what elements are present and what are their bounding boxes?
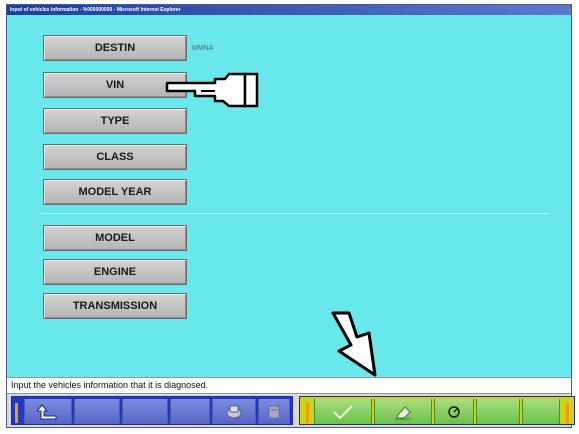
class-button[interactable]: CLASS <box>43 144 187 170</box>
up-arrow-icon <box>37 403 57 419</box>
destin-value: MMNA <box>192 45 214 52</box>
engine-button[interactable]: ENGINE <box>43 259 187 285</box>
pointing-hand-icon <box>165 72 259 108</box>
section-divider <box>41 213 549 214</box>
toolbar-right-slot-4[interactable] <box>476 399 520 424</box>
destin-button[interactable]: DESTIN <box>43 35 187 61</box>
refresh-icon <box>448 405 460 418</box>
clear-button[interactable] <box>374 399 432 424</box>
right-accent-bar-right <box>566 403 569 423</box>
bottom-toolbar <box>7 394 575 427</box>
arrow-pointer-icon <box>331 311 377 377</box>
toolbar-left-slot-3[interactable] <box>122 399 168 424</box>
gear-icon <box>226 405 242 418</box>
type-button[interactable]: TYPE <box>43 108 187 134</box>
check-icon <box>333 404 353 419</box>
print-icon <box>268 405 280 418</box>
toolbar-left-group <box>11 396 293 425</box>
toolbar-right-group <box>299 396 575 425</box>
toolbar-right-slot-5[interactable] <box>522 399 560 424</box>
eraser-icon <box>395 405 411 419</box>
right-accent-bar-left <box>306 403 309 423</box>
refresh-button[interactable] <box>434 399 474 424</box>
toolbar-left-slot-2[interactable] <box>74 399 120 424</box>
confirm-button[interactable] <box>314 399 372 424</box>
status-message: Input the vehicles information that it i… <box>7 377 571 394</box>
toolbar-left-slot-4[interactable] <box>170 399 210 424</box>
transmission-button[interactable]: TRANSMISSION <box>43 293 187 319</box>
settings-button[interactable] <box>212 399 256 424</box>
print-button[interactable] <box>258 399 290 424</box>
left-accent-bar <box>15 403 18 423</box>
model-button[interactable]: MODEL <box>43 225 187 251</box>
back-button[interactable] <box>24 399 72 424</box>
app-window: Input of vehicles information - %0000000… <box>6 4 575 428</box>
window-title: Input of vehicles information - %0000000… <box>7 5 571 15</box>
model-year-button[interactable]: MODEL YEAR <box>43 179 187 205</box>
